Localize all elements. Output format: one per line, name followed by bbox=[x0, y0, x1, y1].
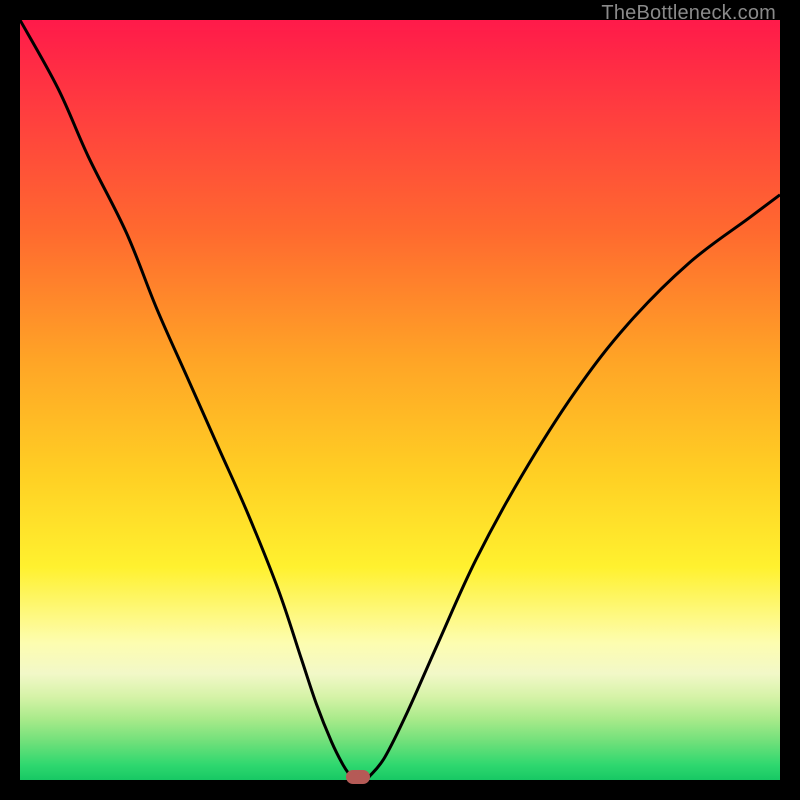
chart-frame: TheBottleneck.com bbox=[0, 0, 800, 800]
optimum-marker bbox=[346, 770, 370, 784]
watermark-text: TheBottleneck.com bbox=[601, 2, 776, 25]
bottleneck-curve-path bbox=[20, 20, 780, 778]
chart-curve bbox=[20, 20, 780, 780]
